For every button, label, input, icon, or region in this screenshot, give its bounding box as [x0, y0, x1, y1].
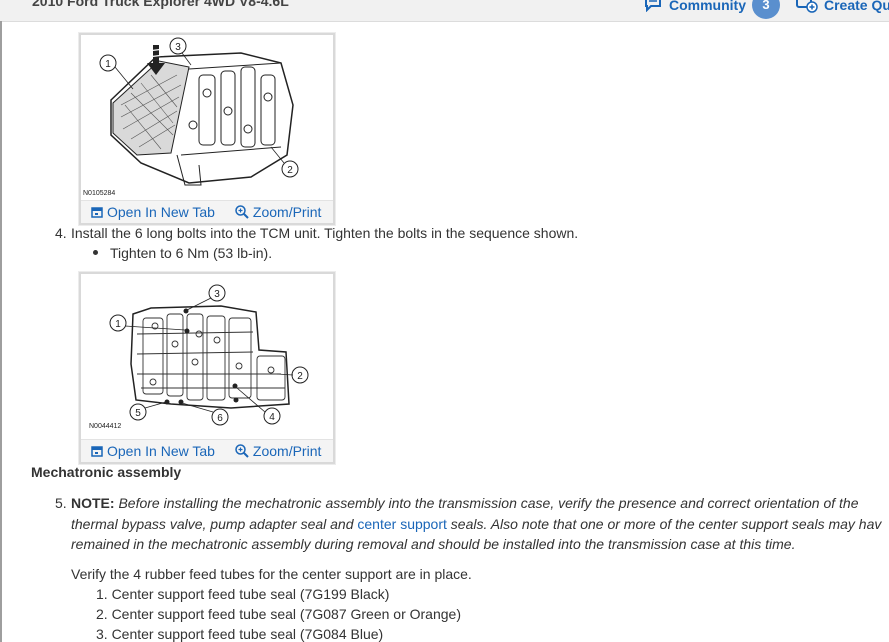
step-4: 4. Install the 6 long bolts into the TCM …	[55, 225, 578, 241]
list-item: 3. Center support feed tube seal (7G084 …	[96, 626, 384, 642]
top-bar: 2010 Ford Truck Explorer 4WD V8-4.6L Com…	[0, 0, 889, 22]
callout-4: 4	[269, 412, 275, 423]
note-line-1: NOTE: Before installing the mechatronic …	[71, 495, 859, 511]
section-heading: Mechatronic assembly	[31, 464, 182, 480]
chat-icon	[644, 0, 662, 15]
zoom-print-link[interactable]: Zoom/Print	[235, 443, 321, 459]
center-support-link[interactable]: center support	[357, 516, 447, 532]
callout-3: 3	[175, 42, 181, 53]
open-in-new-tab-link[interactable]: Open In New Tab	[91, 204, 215, 220]
left-border	[0, 21, 2, 642]
figure-n0044412: 1 3 2 4 5 6 N0044412 Open In New Tab Zoo…	[79, 272, 335, 464]
figure-link-bar: Open In New Tab Zoom/Print	[81, 200, 333, 223]
step-number: 5.	[55, 495, 67, 511]
note-line-2: thermal bypass valve, pump adapter seal …	[71, 516, 881, 532]
callout-1: 1	[105, 59, 111, 70]
create-question-label: Create Qu	[824, 0, 889, 13]
torque-bullet: Tighten to 6 Nm (53 lb-in).	[93, 245, 272, 261]
callout-2: 2	[297, 371, 303, 382]
community-button[interactable]: Community 3	[644, 0, 780, 19]
figure-id: N0044412	[89, 423, 122, 430]
zoom-print-link[interactable]: Zoom/Print	[235, 204, 321, 220]
vehicle-title: 2010 Ford Truck Explorer 4WD V8-4.6L	[32, 0, 289, 9]
note-text-2a: thermal bypass valve, pump adapter seal …	[71, 516, 358, 532]
note-label: NOTE:	[71, 495, 115, 511]
open-in-new-tab-label: Open In New Tab	[107, 204, 215, 220]
step-number: 4.	[55, 225, 67, 241]
figure-id: N0105284	[83, 190, 116, 197]
callout-1: 1	[115, 319, 121, 330]
callout-2: 2	[287, 165, 293, 176]
create-question-button[interactable]: Create Qu	[796, 0, 889, 18]
step-text: Install the 6 long bolts into the TCM un…	[71, 225, 579, 241]
verify-text: Verify the 4 rubber feed tubes for the c…	[71, 566, 472, 582]
zoom-print-label: Zoom/Print	[252, 204, 322, 220]
figure-link-bar: Open In New Tab Zoom/Print	[81, 439, 333, 462]
torque-spec: Tighten to 6 Nm (53 lb-in).	[110, 245, 273, 261]
callout-6: 6	[217, 413, 223, 424]
new-tab-icon	[91, 206, 107, 218]
create-question-icon	[796, 0, 818, 16]
bullet-dot	[93, 250, 98, 256]
note-text-1: Before installing the mechatronic assemb…	[114, 495, 859, 511]
callout-5: 5	[135, 408, 141, 419]
community-label: Community	[669, 0, 746, 13]
list-item: 1. Center support feed tube seal (7G199 …	[96, 586, 390, 602]
figure-n0105284: 1 3 2 N0105284 Open In New Tab Zoom/Prin…	[79, 33, 335, 225]
step-5-number: 5.	[55, 495, 71, 511]
callout-3: 3	[214, 289, 220, 300]
zoom-icon	[235, 444, 253, 458]
note-text-2b: seals. Also note that one or more of the…	[446, 516, 882, 532]
open-in-new-tab-link[interactable]: Open In New Tab	[91, 443, 215, 459]
tcm-bolt-sequence-illustration: 1 3 2 4 5 6	[109, 284, 309, 426]
note-line-3: remained in the mechatronic assembly dur…	[71, 536, 796, 552]
valve-body-illustration: 1 3 2	[99, 37, 299, 186]
new-tab-icon	[91, 445, 107, 457]
open-in-new-tab-label: Open In New Tab	[107, 443, 215, 459]
list-item: 2. Center support feed tube seal (7G087 …	[96, 606, 461, 622]
community-count-badge: 3	[752, 0, 780, 19]
zoom-print-label: Zoom/Print	[252, 443, 322, 459]
zoom-icon	[235, 205, 253, 219]
